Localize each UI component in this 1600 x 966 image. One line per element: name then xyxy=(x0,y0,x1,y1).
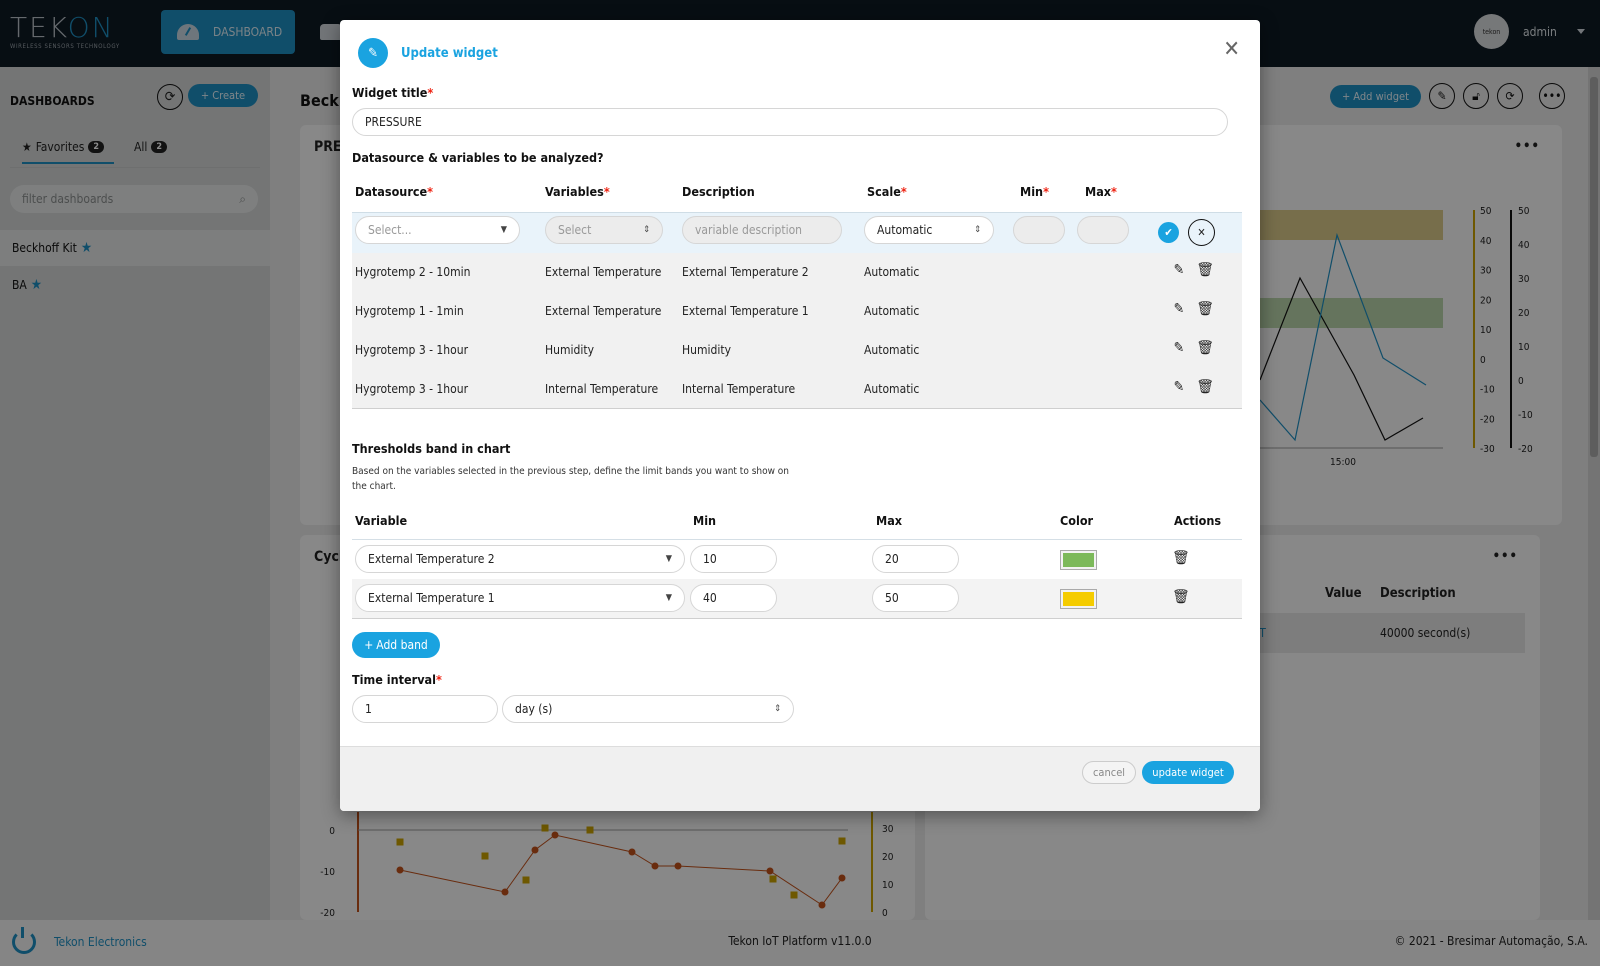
edit-row-pencil-icon[interactable]: ✎ xyxy=(1174,301,1185,317)
updown-arrows-icon: ⇕ xyxy=(643,225,650,235)
plus-icon: + xyxy=(364,638,374,652)
min-input[interactable] xyxy=(1013,216,1065,244)
update-widget-button[interactable]: update widget xyxy=(1142,761,1234,784)
close-icon[interactable]: ✕ xyxy=(1223,39,1240,61)
header-band-min: Min xyxy=(693,513,717,528)
updown-arrows-icon: ⇕ xyxy=(974,225,981,235)
modal-footer: cancel update widget xyxy=(340,746,1260,811)
modal-header: ✎ Update widget xyxy=(358,38,498,68)
delete-band-trash-icon[interactable]: 🗑︎ xyxy=(1172,550,1190,566)
datasource-row: Hygrotemp 3 - 1hour Internal Temperature… xyxy=(352,370,1242,409)
edit-row-pencil-icon[interactable]: ✎ xyxy=(1174,262,1185,278)
color-swatch xyxy=(1063,553,1094,567)
updown-arrows-icon: ⇕ xyxy=(774,704,781,714)
band-max-input[interactable]: 50 xyxy=(872,584,959,612)
band-variable-select[interactable]: External Temperature 1 ▼ xyxy=(355,584,685,612)
edit-row-pencil-icon[interactable]: ✎ xyxy=(1174,340,1185,356)
band-min-input[interactable]: 10 xyxy=(690,545,777,573)
widget-title-value: PRESSURE xyxy=(365,115,422,129)
max-input[interactable] xyxy=(1077,216,1129,244)
check-icon: ✔ xyxy=(1164,226,1173,239)
delete-row-trash-icon[interactable]: 🗑︎ xyxy=(1196,262,1214,278)
divider xyxy=(352,408,1242,409)
datasource-select[interactable]: Select... ▼ xyxy=(355,216,520,244)
thresholds-title: Thresholds band in chart xyxy=(352,441,511,456)
color-swatch xyxy=(1063,592,1094,606)
datasource-row: Hygrotemp 2 - 10min External Temperature… xyxy=(352,253,1242,292)
time-interval-input[interactable]: 1 xyxy=(352,695,498,723)
modal-title: Update widget xyxy=(401,45,498,61)
variable-select[interactable]: Select ⇕ xyxy=(545,216,663,244)
header-scale: Scale* xyxy=(867,184,907,199)
time-unit-select[interactable]: day (s) ⇕ xyxy=(502,695,794,723)
band-color-picker[interactable] xyxy=(1060,550,1097,570)
header-min: Min* xyxy=(1020,184,1049,199)
chevron-down-icon: ▼ xyxy=(500,225,507,235)
thresholds-help-text: Based on the variables selected in the p… xyxy=(352,466,790,492)
header-description: Description xyxy=(682,184,755,199)
band-color-picker[interactable] xyxy=(1060,589,1097,609)
scale-select[interactable]: Automatic ⇕ xyxy=(864,216,994,244)
chevron-down-icon: ▼ xyxy=(665,554,672,564)
header-actions: Actions xyxy=(1174,513,1222,528)
header-variables: Variables* xyxy=(545,184,610,199)
confirm-row-button[interactable]: ✔ xyxy=(1158,222,1179,243)
update-widget-modal: ✎ Update widget ✕ Widget title* PRESSURE… xyxy=(340,20,1260,811)
delete-row-trash-icon[interactable]: 🗑︎ xyxy=(1196,301,1214,317)
add-band-button[interactable]: + Add band xyxy=(352,632,440,658)
band-variable-select[interactable]: External Temperature 2 ▼ xyxy=(355,545,685,573)
cancel-row-button[interactable]: ✕ xyxy=(1188,219,1215,246)
time-interval-label: Time interval* xyxy=(352,672,442,687)
cancel-button[interactable]: cancel xyxy=(1082,761,1136,784)
close-icon: ✕ xyxy=(1197,226,1206,239)
header-datasource: Datasource* xyxy=(355,184,434,199)
header-band-max: Max xyxy=(876,513,903,528)
widget-title-label: Widget title* xyxy=(352,85,434,100)
band-max-input[interactable]: 20 xyxy=(872,545,959,573)
chevron-down-icon: ▼ xyxy=(665,593,672,603)
delete-band-trash-icon[interactable]: 🗑︎ xyxy=(1172,589,1190,605)
divider xyxy=(352,618,1242,619)
delete-row-trash-icon[interactable]: 🗑︎ xyxy=(1196,340,1214,356)
pencil-icon: ✎ xyxy=(358,38,388,68)
edit-row-pencil-icon[interactable]: ✎ xyxy=(1174,379,1185,395)
datasource-section-title: Datasource & variables to be analyzed? xyxy=(352,150,604,165)
delete-row-trash-icon[interactable]: 🗑︎ xyxy=(1196,379,1214,395)
header-color: Color xyxy=(1060,513,1094,528)
datasource-row: Hygrotemp 3 - 1hour Humidity Humidity Au… xyxy=(352,331,1242,370)
variable-description-input[interactable]: variable description xyxy=(682,216,842,244)
widget-title-input[interactable]: PRESSURE xyxy=(352,108,1228,136)
band-min-input[interactable]: 40 xyxy=(690,584,777,612)
add-band-label: Add band xyxy=(376,638,428,652)
header-variable: Variable xyxy=(355,513,408,528)
datasource-row: Hygrotemp 1 - 1min External Temperature … xyxy=(352,292,1242,331)
header-max: Max* xyxy=(1085,184,1117,199)
